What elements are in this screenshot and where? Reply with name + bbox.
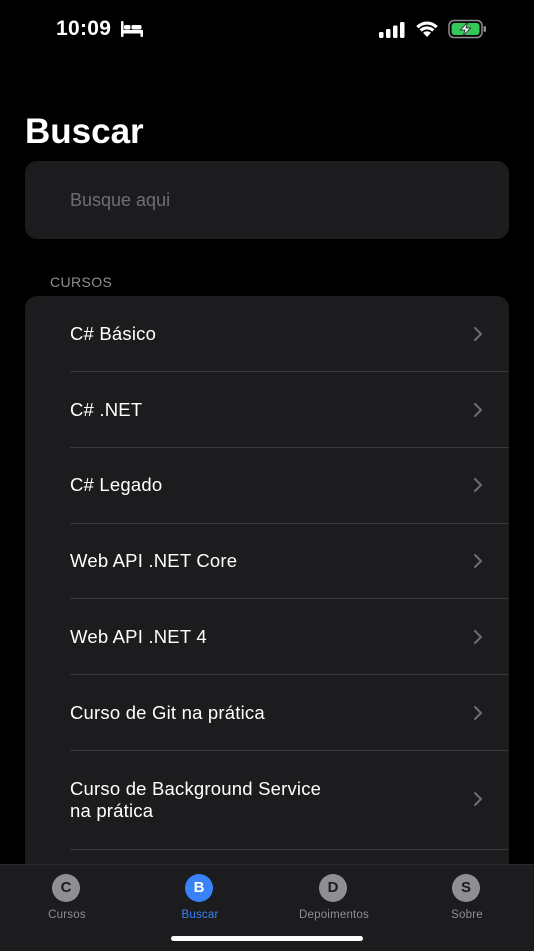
course-label: Web API .NET Core bbox=[70, 550, 238, 571]
course-label: Curso de Git na prática bbox=[70, 702, 265, 723]
course-label: C# Legado bbox=[70, 474, 163, 495]
tab-buscar[interactable]: B Buscar bbox=[133, 873, 267, 923]
course-label-line-2: na prática bbox=[70, 800, 154, 821]
cursos-tab-icon: C bbox=[52, 874, 80, 902]
bed-icon bbox=[120, 20, 144, 38]
search-input[interactable] bbox=[70, 161, 490, 239]
page-title: Buscar bbox=[25, 112, 144, 151]
sobre-tab-icon: S bbox=[452, 874, 480, 902]
tab-sobre[interactable]: S Sobre bbox=[400, 873, 534, 923]
list-item[interactable]: C# .NET bbox=[25, 372, 509, 447]
course-label: C# Básico bbox=[70, 323, 157, 344]
chevron-right-icon bbox=[473, 791, 483, 807]
tab-depoimentos[interactable]: D Depoimentos bbox=[267, 873, 401, 923]
chevron-right-icon bbox=[473, 553, 483, 569]
list-item[interactable]: Web API .NET 4 bbox=[25, 599, 509, 674]
list-item[interactable]: Curso de Background Service na prática bbox=[25, 751, 509, 849]
tab-label: Buscar bbox=[181, 909, 219, 921]
chevron-right-icon bbox=[473, 705, 483, 721]
tab-label: Depoimentos bbox=[299, 909, 369, 921]
list-item[interactable]: Web API .NET Core bbox=[25, 524, 509, 599]
home-indicator[interactable] bbox=[171, 936, 363, 941]
divider bbox=[70, 849, 509, 850]
list-item[interactable]: C# Legado bbox=[25, 448, 509, 523]
course-label: Web API .NET 4 bbox=[70, 626, 207, 647]
depoimentos-tab-icon: D bbox=[319, 874, 347, 902]
status-time: 10:09 bbox=[56, 17, 112, 40]
course-list: C# Básico C# .NET C# Legado Web API .NET… bbox=[25, 296, 509, 896]
wifi-icon bbox=[414, 19, 440, 38]
chevron-right-icon bbox=[473, 629, 483, 645]
chevron-right-icon bbox=[473, 326, 483, 342]
tab-label: Cursos bbox=[48, 909, 86, 921]
tab-cursos[interactable]: C Cursos bbox=[0, 873, 134, 923]
tab-label: Sobre bbox=[451, 909, 483, 921]
chevron-right-icon bbox=[473, 477, 483, 493]
section-header-cursos: CURSOS bbox=[50, 274, 113, 290]
course-label-line-1: Curso de Background Service bbox=[70, 778, 322, 799]
status-bar: 10:09 bbox=[0, 0, 534, 60]
chevron-right-icon bbox=[473, 402, 483, 418]
cellular-signal-icon bbox=[379, 22, 405, 38]
list-item[interactable]: Curso de Git na prática bbox=[25, 675, 509, 750]
list-item[interactable]: C# Básico bbox=[25, 296, 509, 371]
search-field[interactable] bbox=[25, 161, 509, 239]
buscar-tab-icon: B bbox=[185, 874, 213, 902]
course-label: C# .NET bbox=[70, 399, 143, 420]
battery-charging-icon bbox=[448, 19, 488, 39]
